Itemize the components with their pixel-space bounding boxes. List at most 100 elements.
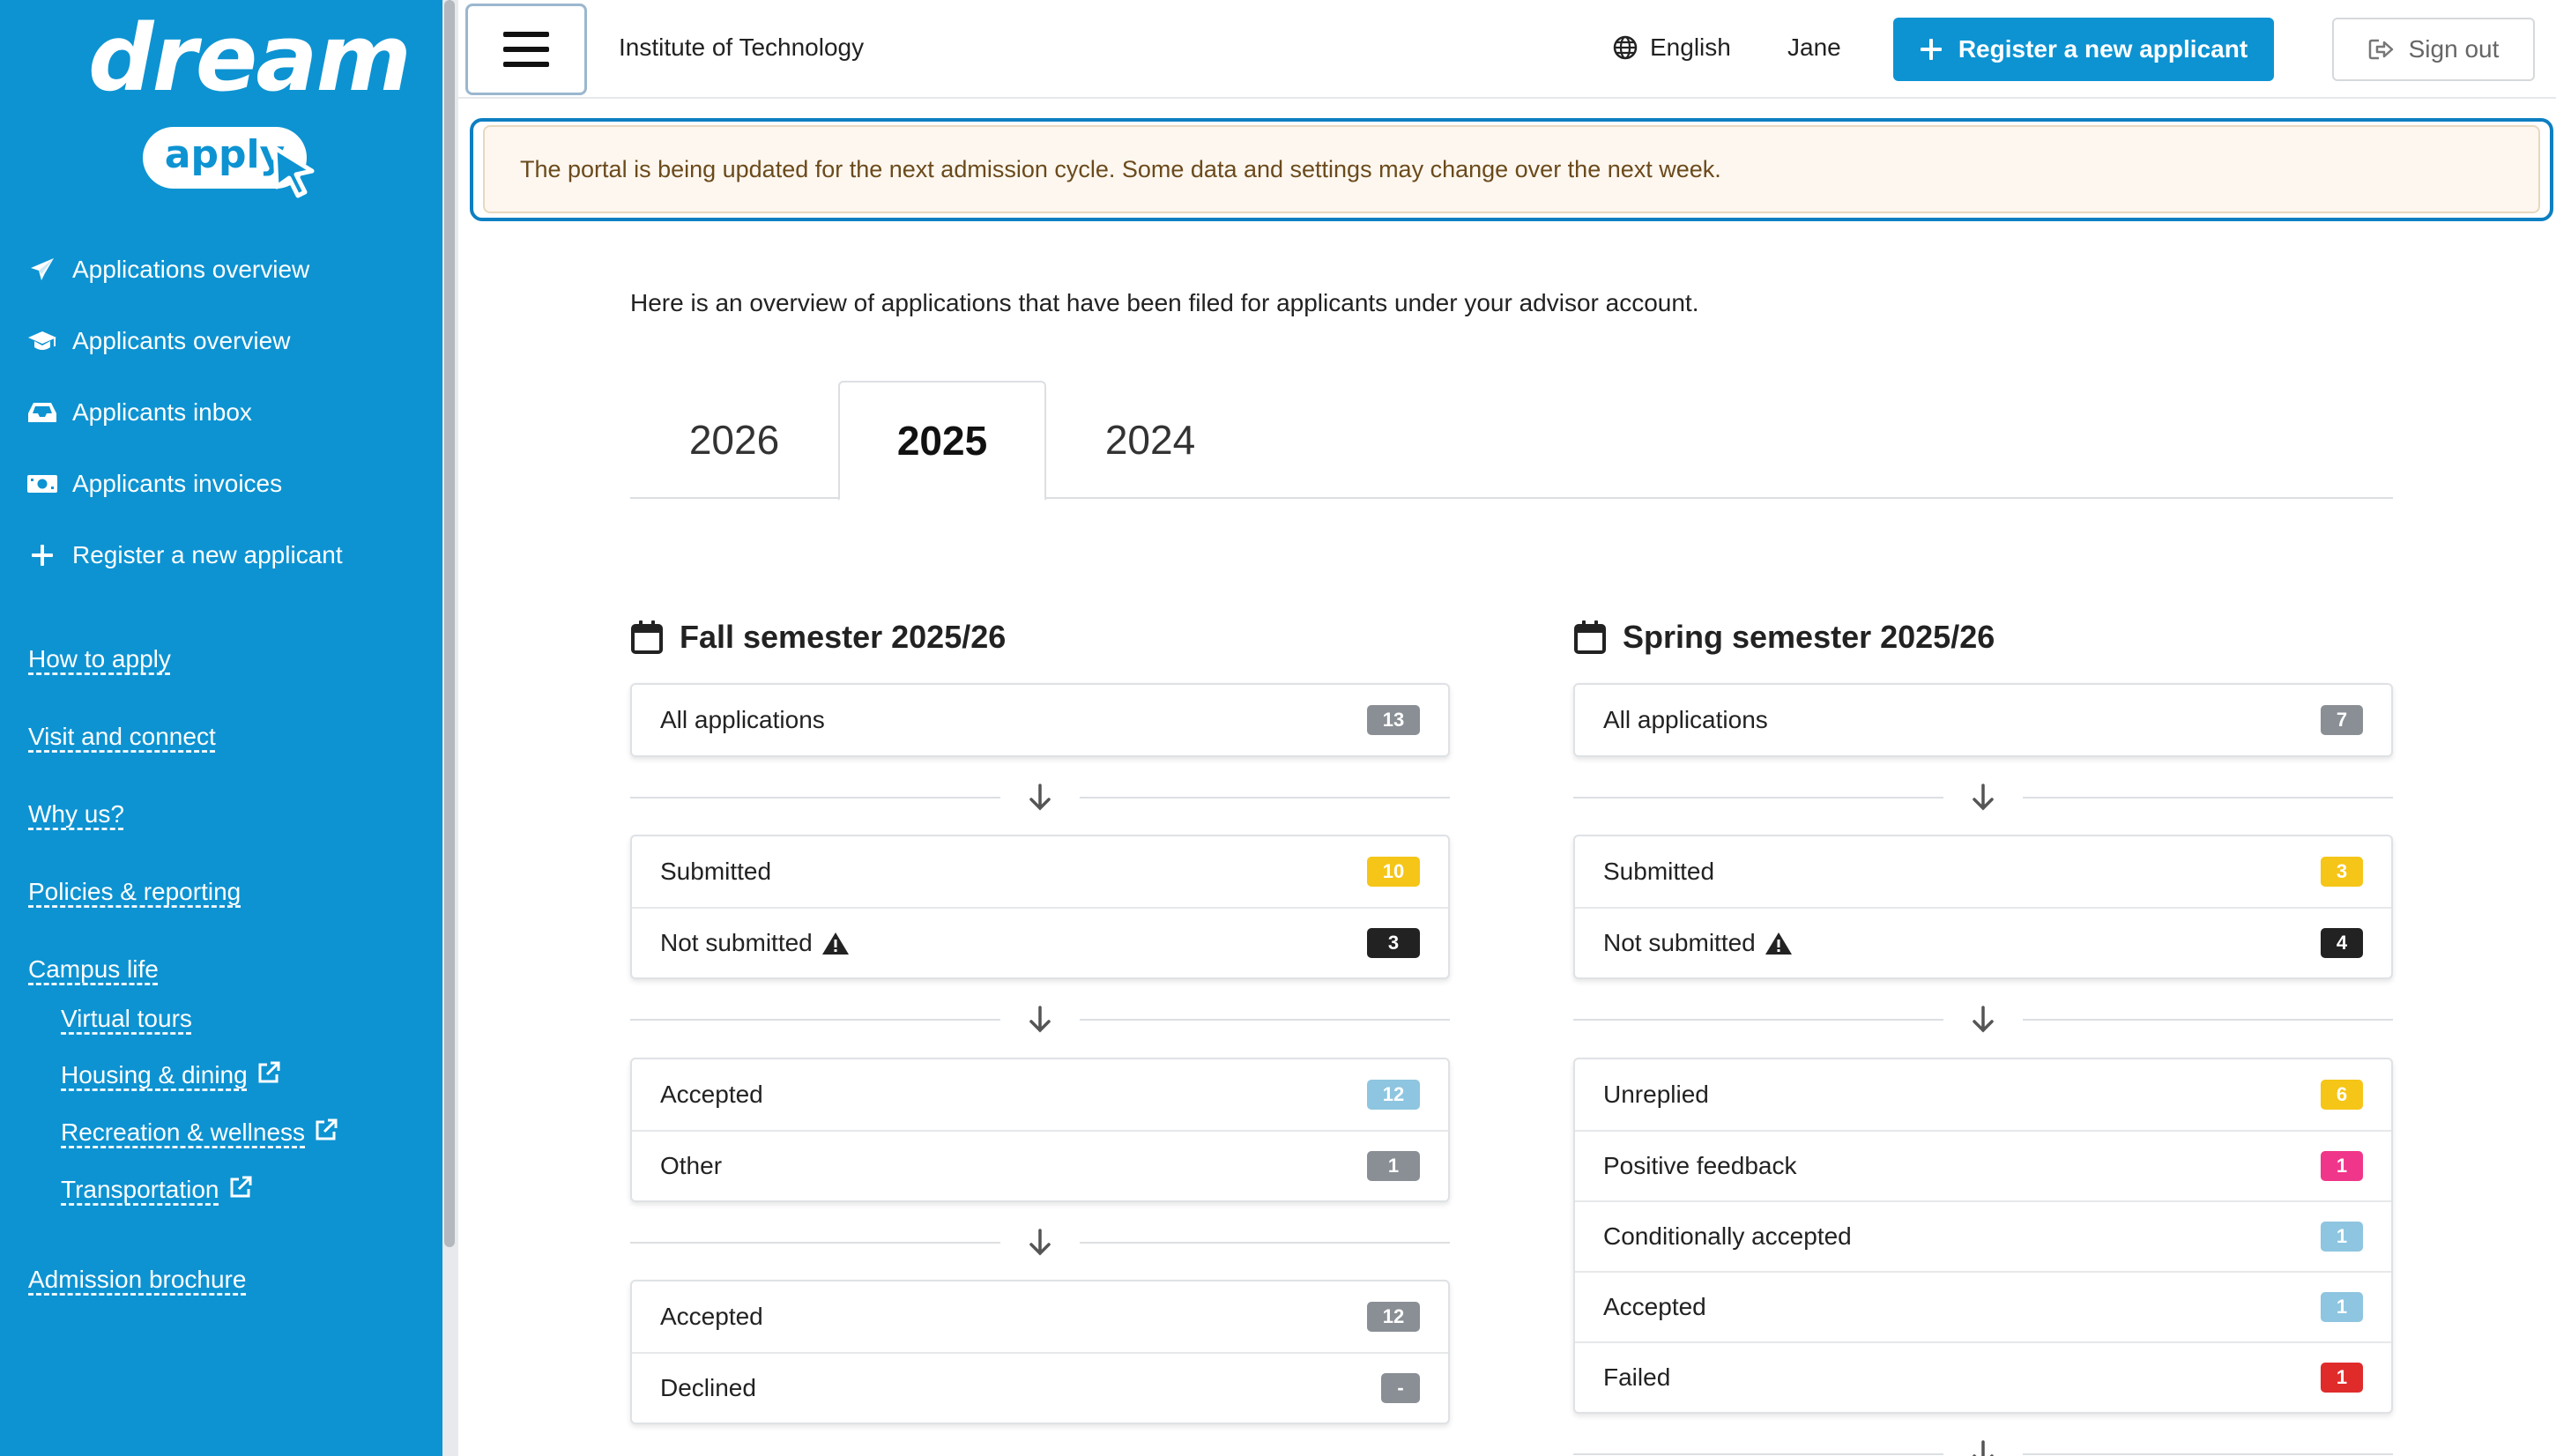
fall-declined-row[interactable]: Declined - [632,1352,1448,1423]
register-button-label: Register a new applicant [1958,35,2248,63]
fall-other-row[interactable]: Other 1 [632,1130,1448,1200]
spring-all-applications-row[interactable]: All applications 7 [1575,685,2391,755]
spring-positive-feedback-row[interactable]: Positive feedback 1 [1575,1130,2391,1200]
spring-not-submitted-row[interactable]: Not submitted 4 [1575,907,2391,977]
link-policies[interactable]: Policies & reporting [28,878,241,906]
link-transportation[interactable]: Transportation [61,1175,253,1204]
fall-accepted-row[interactable]: Accepted 12 [632,1059,1448,1130]
link-visit-and-connect[interactable]: Visit and connect [28,723,216,751]
column-title-label: Spring semester 2025/26 [1623,619,1995,655]
globe-icon [1613,35,1638,60]
arrow-down-icon [1973,1440,1994,1456]
row-label: Accepted [660,1081,763,1108]
sidebar-item-label: Applicants inbox [72,397,252,426]
fall-response-card: Accepted 12 Declined - [630,1280,1450,1424]
spring-accepted-row[interactable]: Accepted 1 [1575,1271,2391,1341]
count-badge: 1 [2321,1222,2363,1252]
notice-text: The portal is being updated for the next… [520,155,1721,182]
sidebar-scrollbar-thumb[interactable] [444,0,455,1247]
plus-icon [1920,39,1942,60]
spring-unreplied-row[interactable]: Unreplied 6 [1575,1059,2391,1130]
row-label: Other [660,1152,723,1179]
arrow-down-icon [1973,784,1994,811]
external-link-icon [258,1061,280,1083]
spring-failed-row[interactable]: Failed 1 [1575,1341,2391,1412]
row-label: Positive feedback [1603,1152,1797,1179]
link-how-to-apply[interactable]: How to apply [28,645,171,673]
external-link-icon [316,1118,338,1140]
spring-semester-title: Spring semester 2025/26 [1573,619,1995,656]
user-name[interactable]: Jane [1787,33,1841,62]
money-bill-icon [26,468,58,500]
link-label: Recreation & wellness [61,1118,306,1146]
sidebar: dream apply Applications overview Applic… [0,0,442,1456]
fall-decision-card: Accepted 12 Other 1 [630,1058,1450,1202]
sidebar-item-applicants-inbox[interactable]: Applicants inbox [0,376,442,448]
external-link-icon [230,1176,251,1198]
arrow-down-icon [1029,1229,1051,1256]
spring-submitted-row[interactable]: Submitted 3 [1575,836,2391,907]
count-badge: 1 [1367,1151,1420,1181]
flow-divider [630,1225,1450,1260]
link-admission-brochure[interactable]: Admission brochure [28,1266,246,1294]
language-label: English [1650,33,1731,61]
link-recreation-wellness[interactable]: Recreation & wellness [61,1118,338,1147]
register-applicant-button[interactable]: Register a new applicant [1893,18,2274,81]
count-badge: 7 [2321,705,2363,735]
count-badge: 12 [1367,1080,1420,1110]
fall-submitted-row[interactable]: Submitted 10 [632,836,1448,907]
sidebar-item-label: Applicants overview [72,326,291,354]
sidebar-item-label: Applicants invoices [72,469,283,497]
row-label: Submitted [1603,858,1715,885]
row-label: Conditionally accepted [1603,1222,1852,1250]
logo-word: dream [88,4,412,112]
count-badge: 1 [2321,1292,2363,1322]
link-label: Housing & dining [61,1061,248,1088]
arrow-down-icon [1973,1006,1994,1033]
year-tabs: 2026 2025 2024 [630,381,2393,501]
row-label: Accepted [660,1303,763,1330]
tab-2026[interactable]: 2026 [630,381,838,499]
sidebar-item-applicants-overview[interactable]: Applicants overview [0,305,442,376]
fall-all-applications-row[interactable]: All applications 13 [632,685,1448,755]
link-virtual-tours[interactable]: Virtual tours [61,1005,192,1033]
sign-out-button[interactable]: Sign out [2332,18,2535,81]
link-why-us[interactable]: Why us? [28,800,124,828]
flow-divider [1573,1002,2393,1037]
dreamapply-logo[interactable]: dream apply [88,12,412,199]
fall-not-submitted-row[interactable]: Not submitted 3 [632,907,1448,977]
sidebar-nav: Applications overview Applicants overvie… [0,234,442,591]
tab-2024[interactable]: 2024 [1046,381,1254,499]
count-badge: 13 [1367,705,1420,735]
paper-plane-icon [26,254,58,286]
spring-all-card: All applications 7 [1573,683,2393,757]
arrow-down-icon [1029,784,1051,811]
count-badge: 4 [2321,928,2363,958]
row-label: Unreplied [1603,1081,1709,1108]
plus-icon [26,539,58,571]
link-housing-dining[interactable]: Housing & dining [61,1060,281,1089]
row-label: Accepted [1603,1293,1706,1320]
count-badge: 1 [2321,1363,2363,1393]
count-badge: 6 [2321,1080,2363,1110]
link-campus-life[interactable]: Campus life [28,955,159,984]
row-label: Submitted [660,858,772,885]
graduation-cap-icon [26,325,58,357]
menu-toggle-button[interactable] [465,4,587,95]
language-selector[interactable]: English [1613,33,1731,62]
notice-banner: The portal is being updated for the next… [483,125,2540,213]
row-label: Not submitted [660,929,813,956]
spring-conditionally-accepted-row[interactable]: Conditionally accepted 1 [1575,1200,2391,1271]
sidebar-item-applicants-invoices[interactable]: Applicants invoices [0,448,442,519]
intro-text: Here is an overview of applications that… [630,289,1699,316]
warning-icon [821,932,849,955]
tab-2025[interactable]: 2025 [838,381,1046,501]
sidebar-item-applications-overview[interactable]: Applications overview [0,234,442,305]
link-label: Transportation [61,1176,219,1203]
row-label: All applications [1603,706,1768,733]
row-label: Failed [1603,1363,1671,1391]
sidebar-item-register-applicant[interactable]: Register a new applicant [0,519,442,591]
flow-divider [1573,780,2393,815]
count-badge: 3 [2321,857,2363,887]
fall-accepted-offer-row[interactable]: Accepted 12 [632,1281,1448,1352]
